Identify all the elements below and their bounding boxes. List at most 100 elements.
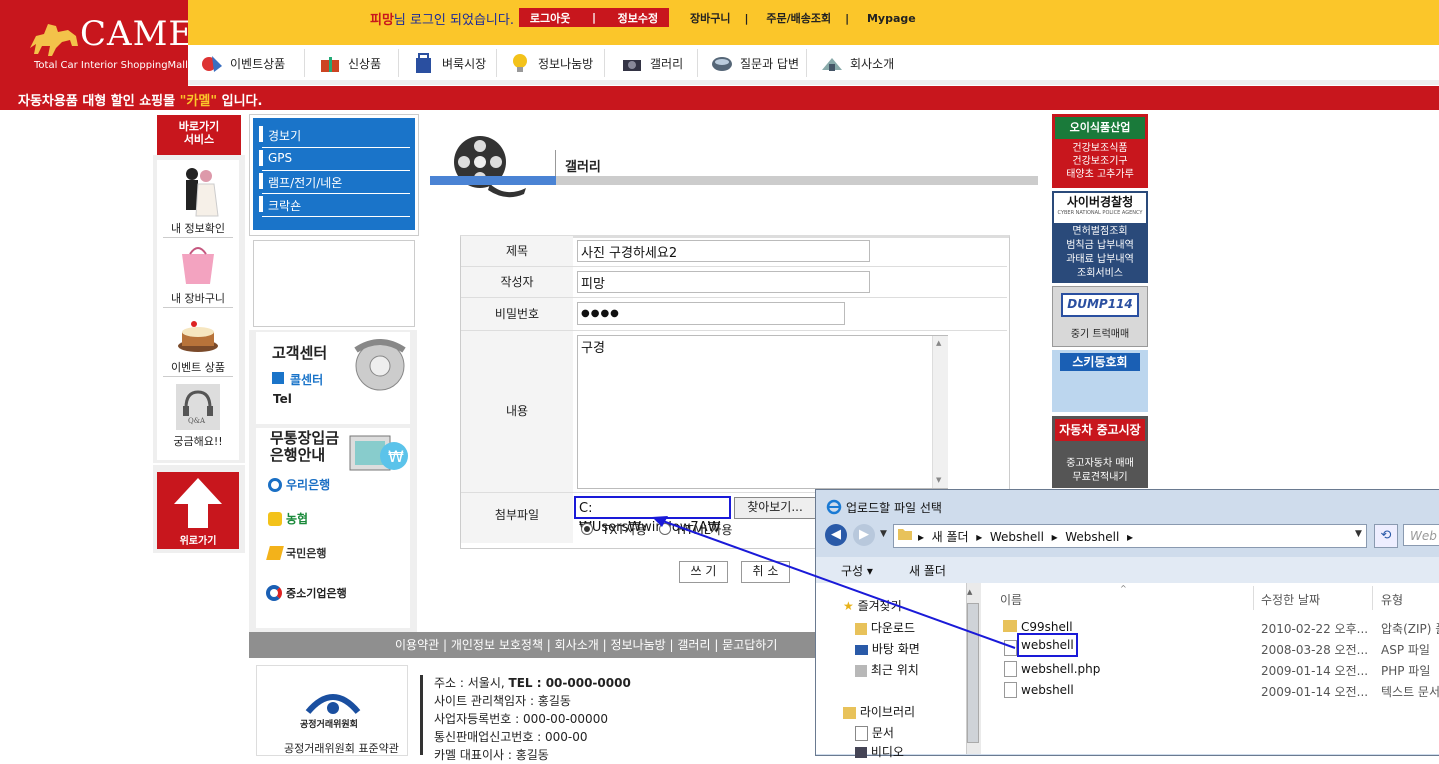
footer-gallery-link[interactable]: 갤러리 xyxy=(677,638,710,652)
radio-html[interactable] xyxy=(659,523,671,535)
scroll-down-arrow-icon[interactable]: ▼ xyxy=(936,476,941,484)
profile-edit-button[interactable]: 정보수정 xyxy=(618,10,658,26)
refresh-button[interactable]: ⟲ xyxy=(1374,524,1398,548)
gift-icon xyxy=(321,57,339,72)
nav-favorites[interactable]: ★ 즐겨찾기 xyxy=(843,597,902,614)
textarea-scrollbar[interactable] xyxy=(932,336,948,488)
footer-terms-link[interactable]: 이용약관 xyxy=(395,638,439,652)
bank-ibk: 중소기업은행 xyxy=(266,585,347,601)
breadcrumb-new-folder[interactable]: 새 폴더 xyxy=(932,530,969,544)
divider xyxy=(420,675,423,755)
quick-my-info[interactable]: 내 정보확인 xyxy=(157,220,239,236)
monitor-won-icon: ₩ xyxy=(349,435,408,471)
search-input[interactable]: Web xyxy=(1403,524,1439,546)
nav-recent[interactable]: 최근 위치 xyxy=(855,661,919,678)
history-dropdown[interactable]: ▼ xyxy=(880,529,887,539)
nav-info-share[interactable]: 정보나눔방 xyxy=(508,52,593,74)
downloads-folder-icon xyxy=(855,622,867,635)
banner-oi-food[interactable]: 오이식품산업 건강보조식품 건강보조기구 태양초 고추가루 xyxy=(1052,114,1148,188)
file-type: 텍스트 문서 xyxy=(1381,685,1439,699)
content-textarea[interactable]: 구경 xyxy=(577,335,948,489)
mypage-link[interactable]: Mypage xyxy=(867,12,916,25)
nav-libraries[interactable]: 라이브러리 xyxy=(843,703,915,720)
category-alarm[interactable]: 경보기 xyxy=(268,127,301,144)
nav-divider xyxy=(806,49,807,77)
kookmin-logo-icon xyxy=(266,546,284,560)
category-lamp[interactable]: 램프/전기/네온 xyxy=(268,174,342,191)
banner-dump114[interactable]: DUMP114 중기 트럭매매 xyxy=(1052,286,1148,347)
file-row[interactable]: webshell 2009-01-14 오전... 텍스트 문서 xyxy=(996,680,1439,700)
category-gps[interactable]: GPS xyxy=(268,151,292,165)
write-button[interactable]: 쓰 기 xyxy=(679,561,728,583)
customer-center-title: 고객센터 xyxy=(272,344,328,362)
banner-used-car[interactable]: 자동차 중고시장 중고자동차 매매 무료견적내기 xyxy=(1052,416,1148,488)
category-marker xyxy=(259,150,263,166)
organize-button[interactable]: 구성 ▾ xyxy=(841,562,873,579)
footer-info-link[interactable]: 정보나눔방 xyxy=(611,638,666,652)
login-message: 피망님 로그인 되었습니다. xyxy=(370,9,514,28)
password-input[interactable]: ●●●● xyxy=(577,302,845,325)
nav-event-products[interactable]: 이벤트상품 xyxy=(200,52,285,74)
category-horn[interactable]: 크락숀 xyxy=(268,197,301,214)
nav-qna[interactable]: 질문과 답변 xyxy=(710,52,799,74)
nav-flea-market[interactable]: 벼룩시장 xyxy=(412,52,486,74)
nav-videos[interactable]: 비디오 xyxy=(855,743,904,760)
footer-about-link[interactable]: 회사소개 xyxy=(555,638,599,652)
attachment-path-input[interactable]: C:₩Users₩window7A₩ xyxy=(574,496,731,535)
back-button[interactable]: ◀ xyxy=(825,524,847,546)
woori-logo-icon xyxy=(268,477,282,492)
file-row[interactable]: webshell 2008-03-28 오전... ASP 파일 xyxy=(996,633,1439,658)
videos-icon xyxy=(855,747,867,758)
nav-downloads[interactable]: 다운로드 xyxy=(855,619,915,636)
documents-icon xyxy=(855,726,868,741)
call-center-label: 콜센터 xyxy=(290,373,324,387)
folder-icon xyxy=(898,529,912,540)
banner-ski-club[interactable]: 스키동호회 xyxy=(1052,350,1148,412)
ie-icon xyxy=(826,499,842,515)
divider xyxy=(262,193,410,194)
film-reel-icon xyxy=(454,136,526,198)
radio-txt[interactable] xyxy=(581,523,593,535)
nav-divider xyxy=(496,49,497,77)
file-row[interactable]: webshell.php 2009-01-14 오전... PHP 파일 xyxy=(996,659,1439,679)
quick-faq[interactable]: 궁금해요!! xyxy=(157,433,239,449)
quick-event-products[interactable]: 이벤트 상품 xyxy=(157,359,239,375)
scroll-up-arrow-icon[interactable]: ▲ xyxy=(967,588,972,596)
nav-about[interactable]: 회사소개 xyxy=(820,52,894,74)
footer-privacy-link[interactable]: 개인정보 보호정책 xyxy=(451,638,543,652)
new-folder-button[interactable]: 새 폴더 xyxy=(909,562,946,579)
subject-input[interactable]: 사진 구경하세요2 xyxy=(577,240,870,262)
nav-documents[interactable]: 문서 xyxy=(855,724,894,741)
scroll-up-arrow-icon[interactable]: ▲ xyxy=(936,339,941,347)
address-dropdown[interactable]: ▼ xyxy=(1355,529,1362,539)
subject-label: 제목 xyxy=(461,236,573,266)
desktop-icon xyxy=(855,644,868,655)
banner-cyber-police[interactable]: 사이버경찰청 CYBER NATIONAL POLICE AGENCY 면허벌점조… xyxy=(1052,191,1148,283)
divider xyxy=(555,150,556,178)
column-name[interactable]: 이름 xyxy=(1000,591,1022,608)
forward-button[interactable]: ▶ xyxy=(853,524,875,546)
nav-new-products[interactable]: 신상품 xyxy=(318,52,381,74)
scroll-thumb[interactable] xyxy=(967,603,979,743)
password-label: 비밀번호 xyxy=(461,298,573,330)
footer-qna-link[interactable]: 묻고답하기 xyxy=(722,638,777,652)
column-date[interactable]: 수정한 날짜 xyxy=(1261,591,1320,608)
login-buttons: 로그아웃 | 정보수정 xyxy=(519,8,669,27)
business-number: 사업자등록번호 : 000-00-00000 xyxy=(434,712,608,726)
breadcrumb-webshell-sub[interactable]: Webshell xyxy=(1065,530,1119,544)
zip-folder-icon xyxy=(1003,620,1017,632)
nav-gallery[interactable]: 갤러리 xyxy=(620,52,683,74)
cancel-button[interactable]: 취 소 xyxy=(741,561,790,583)
author-input[interactable]: 피망 xyxy=(577,271,870,293)
bank-info-title: 무통장입금 은행안내 xyxy=(270,429,340,464)
browse-button[interactable]: 찾아보기... xyxy=(734,497,816,519)
divider xyxy=(163,376,233,377)
nav-desktop[interactable]: 바탕 화면 xyxy=(855,640,920,657)
logout-button[interactable]: 로그아웃 xyxy=(530,10,570,26)
column-type[interactable]: 유형 xyxy=(1381,591,1403,608)
cart-link[interactable]: 장바구니 xyxy=(690,12,730,25)
address: 주소 : 서울시, xyxy=(434,676,509,690)
order-tracking-link[interactable]: 주문/배송조회 xyxy=(766,12,831,25)
breadcrumb-webshell[interactable]: Webshell xyxy=(990,530,1044,544)
quick-my-cart[interactable]: 내 장바구니 xyxy=(157,290,239,306)
